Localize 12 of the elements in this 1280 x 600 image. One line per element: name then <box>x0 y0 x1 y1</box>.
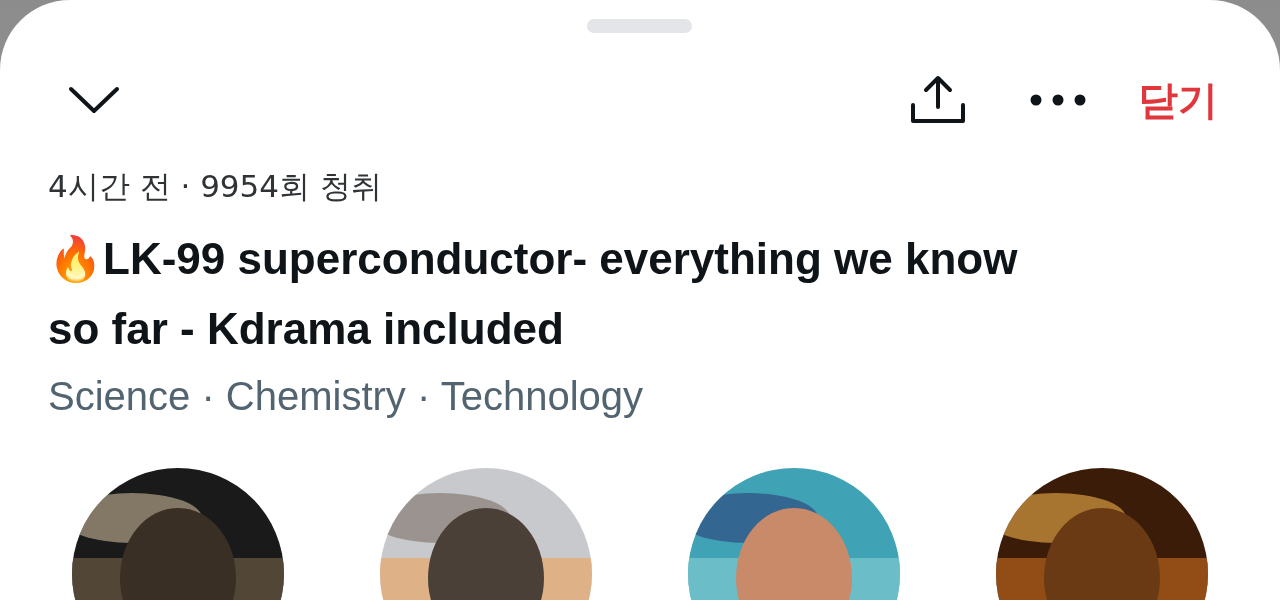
space-info: 4시간 전 · 9954회 청취 <box>48 167 383 206</box>
share-button[interactable] <box>910 75 966 125</box>
fire-emoji: 🔥 <box>48 233 103 284</box>
drag-handle[interactable] <box>587 19 692 33</box>
chevron-down-icon <box>68 85 120 115</box>
space-title: 🔥LK-99 superconductor- everything we know so far - Kdrama included <box>48 232 1019 355</box>
topic-list: Science · Chemistry · Technology <box>48 370 1280 422</box>
close-button[interactable]: 닫기 <box>1138 72 1218 128</box>
more-button[interactable] <box>1030 94 1086 106</box>
more-icon <box>1030 94 1086 106</box>
collapse-button[interactable] <box>68 85 120 115</box>
share-icon <box>910 75 966 125</box>
